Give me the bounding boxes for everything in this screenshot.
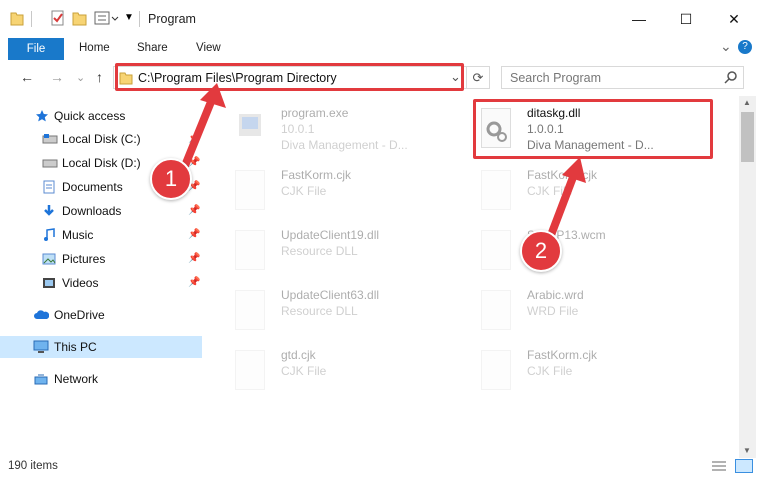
status-bar: 190 items	[0, 456, 769, 478]
large-icons-view-icon[interactable]	[735, 459, 753, 473]
callout-2: 2	[520, 230, 562, 272]
annotation-arrows	[176, 83, 586, 245]
details-view-icon[interactable]	[711, 460, 727, 475]
item-count: 190 items	[8, 460, 58, 472]
callout-1: 1	[150, 158, 192, 200]
